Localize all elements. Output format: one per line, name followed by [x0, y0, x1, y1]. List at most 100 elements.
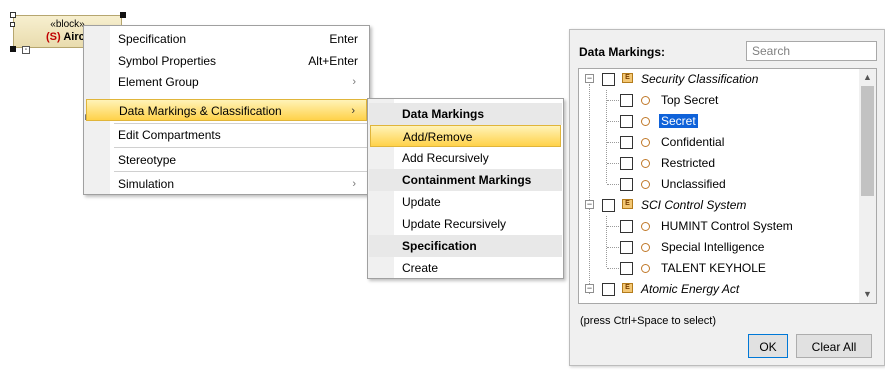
tree-scrollbar[interactable]: ▲ ▼ [859, 69, 876, 303]
tree-row-label: Atomic Energy Act [641, 282, 740, 296]
tree-row-label: TALENT KEYHOLE [661, 261, 766, 275]
enumeration-icon: E [622, 73, 633, 83]
tree-row-literal[interactable]: Top Secret [579, 90, 859, 111]
menu-separator [114, 171, 367, 172]
menu-separator [114, 147, 367, 148]
checkbox[interactable] [620, 262, 633, 275]
tree-row-literal[interactable]: Secret [579, 111, 859, 132]
menu-item-symbol-properties[interactable]: Symbol Properties Alt+Enter [110, 50, 368, 72]
tree-row-literal[interactable]: TALENT KEYHOLE [579, 258, 859, 279]
tree-row-literal[interactable]: Confidential [579, 132, 859, 153]
resize-handle-top-left[interactable] [10, 12, 16, 18]
menu-item-shortcut: Enter [329, 32, 358, 46]
submenu-arrow-icon: › [351, 105, 355, 117]
literal-icon [641, 222, 650, 231]
checkbox[interactable] [620, 241, 633, 254]
tree-row-label: Restricted [661, 156, 716, 170]
tree-connector [607, 184, 619, 185]
menu-item-edit-compartments[interactable]: Edit Compartments [110, 124, 368, 146]
attach-point-icon[interactable] [10, 22, 15, 27]
resize-handle-bottom-left[interactable] [10, 46, 16, 52]
tree-row-label: HUMINT Control System [661, 219, 793, 233]
tree-row-label: Special Intelligence [661, 240, 765, 254]
literal-icon [641, 243, 650, 252]
enumeration-icon: E [622, 283, 633, 293]
collapse-icon[interactable]: − [585, 74, 594, 83]
tree-row-enumeration[interactable]: − E SCI Control System [579, 195, 859, 216]
tree-row-literal[interactable]: Unclassified [579, 174, 859, 195]
ok-button[interactable]: OK [748, 334, 788, 358]
tree-row-label: Unclassified [661, 177, 726, 191]
checkbox[interactable] [620, 157, 633, 170]
checkbox[interactable] [620, 94, 633, 107]
selection-hint: (press Ctrl+Space to select) [580, 315, 717, 327]
submenu-header-containment-markings: Containment Markings [369, 169, 562, 191]
tree-connector [607, 268, 619, 269]
menu-item-label: Simulation [118, 177, 175, 191]
data-markings-submenu: Data Markings Add/Remove Add Recursively… [367, 98, 564, 279]
submenu-item-add-remove[interactable]: Add/Remove [370, 125, 561, 147]
literal-icon [641, 180, 650, 189]
menu-item-label: Data Markings & Classification [119, 104, 282, 118]
literal-icon [641, 117, 650, 126]
scroll-up-icon[interactable]: ▲ [859, 69, 876, 86]
data-markings-tree: − E Security Classification Top Secret S… [578, 68, 877, 304]
data-markings-panel: Data Markings: − E Security Classificati… [569, 29, 885, 366]
submenu-item-update[interactable]: Update [394, 191, 562, 213]
tree-row-literal[interactable]: HUMINT Control System [579, 216, 859, 237]
submenu-item-add-recursively[interactable]: Add Recursively [394, 147, 562, 169]
menu-item-data-markings-classification[interactable]: Data Markings & Classification › [86, 99, 367, 121]
menu-item-shortcut: Alt+Enter [308, 54, 358, 68]
submenu-item-create[interactable]: Create [394, 257, 562, 279]
submenu-arrow-icon: › [352, 76, 356, 88]
menu-item-simulation[interactable]: Simulation › [110, 173, 368, 195]
checkbox[interactable] [620, 178, 633, 191]
scroll-down-icon[interactable]: ▼ [859, 286, 876, 303]
tree-row-label-selected: Secret [659, 114, 698, 128]
tree-connector [607, 142, 619, 143]
tree-row-label: Confidential [661, 135, 725, 149]
tree-connector [607, 121, 619, 122]
menu-item-specification[interactable]: Specification Enter [110, 28, 368, 50]
menu-item-label: Stereotype [118, 153, 177, 167]
menu-item-label: Element Group [118, 75, 199, 89]
tree-connector [607, 163, 619, 164]
submenu-item-update-recursively[interactable]: Update Recursively [394, 213, 562, 235]
tree-row-enumeration[interactable]: − E Security Classification [579, 69, 859, 90]
tree-row-literal[interactable]: Special Intelligence [579, 237, 859, 258]
submenu-header-specification: Specification [369, 235, 562, 257]
collapse-icon[interactable]: − [585, 200, 594, 209]
context-menu: Specification Enter Symbol Properties Al… [83, 25, 370, 195]
literal-icon [641, 159, 650, 168]
checkbox[interactable] [620, 220, 633, 233]
tree-row-label: Security Classification [641, 72, 759, 86]
clear-all-button[interactable]: Clear All [796, 334, 872, 358]
scrollbar-thumb[interactable] [861, 86, 874, 196]
collapse-icon[interactable]: − [585, 284, 594, 293]
block-classification-flag: (S) [45, 31, 61, 43]
tree-row-label: Top Secret [661, 93, 719, 107]
checkbox[interactable] [620, 136, 633, 149]
checkbox[interactable] [602, 199, 615, 212]
tree-row-label: SCI Control System [641, 198, 747, 212]
menu-item-label: Edit Compartments [118, 128, 221, 142]
menu-item-stereotype[interactable]: Stereotype [110, 149, 368, 171]
tree-connector [607, 226, 619, 227]
panel-title: Data Markings: [579, 45, 666, 59]
checkbox[interactable] [602, 73, 615, 86]
tree-row-literal[interactable]: Restricted [579, 153, 859, 174]
menu-item-label: Specification [118, 32, 187, 46]
literal-icon [641, 96, 650, 105]
submenu-arrow-icon: › [352, 178, 356, 190]
search-input[interactable] [746, 41, 877, 61]
resize-handle-top-right[interactable] [120, 12, 126, 18]
literal-icon [641, 264, 650, 273]
tree-connector [607, 100, 619, 101]
menu-item-element-group[interactable]: Element Group › [110, 71, 368, 93]
checkbox[interactable] [602, 283, 615, 296]
checkbox[interactable] [620, 115, 633, 128]
enumeration-icon: E [622, 199, 633, 209]
expand-toggle-icon[interactable]: ▫ [22, 46, 30, 54]
menu-item-label: Symbol Properties [118, 54, 217, 68]
tree-row-enumeration[interactable]: − E Atomic Energy Act [579, 279, 859, 300]
